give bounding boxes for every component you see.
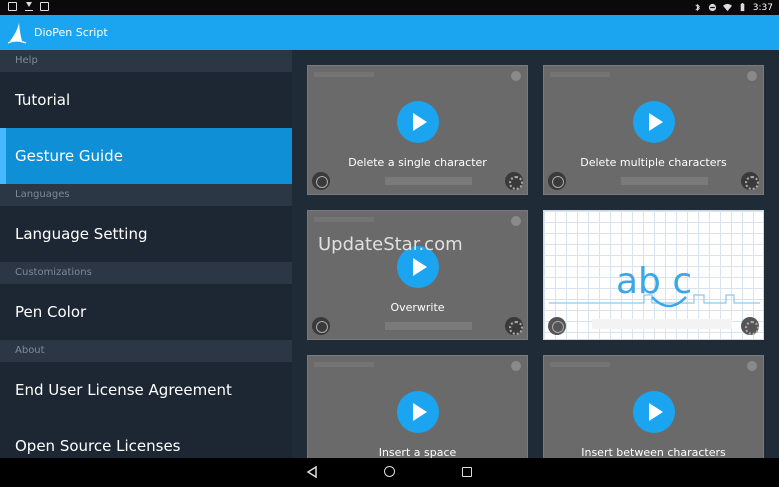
gesture-caption: Delete multiple characters (580, 156, 727, 169)
sidebar-item-pen-color[interactable]: Pen Color (0, 284, 292, 340)
system-navigation-bar (0, 458, 779, 487)
handwriting-text: ab c (616, 261, 692, 302)
input-strip (620, 177, 709, 185)
section-header-help: Help (0, 50, 292, 72)
wifi-icon (722, 3, 732, 12)
gesture-card[interactable]: Overwrite (307, 210, 528, 340)
app-notification-icon (40, 2, 49, 11)
gesture-card[interactable]: Delete multiple characters (543, 65, 764, 195)
card-header-strip (550, 362, 610, 367)
sidebar-item-eula[interactable]: End User License Agreement (0, 362, 292, 418)
play-button[interactable] (396, 391, 439, 433)
sidebar-item-tutorial[interactable]: Tutorial (0, 72, 292, 128)
sidebar-item-gesture-guide[interactable]: Gesture Guide (0, 128, 292, 184)
card-header-strip (314, 217, 374, 222)
gear-icon[interactable] (505, 317, 523, 335)
handwriting-preview: ab c (549, 261, 760, 329)
back-icon[interactable] (306, 466, 318, 478)
section-header-languages: Languages (0, 184, 292, 206)
gear-icon[interactable] (505, 172, 523, 190)
card-header-strip (314, 362, 374, 367)
gesture-card[interactable]: Insert between characters (543, 355, 764, 458)
diopen-logo-icon (7, 23, 27, 44)
download-notification-icon (24, 2, 33, 11)
screen: 3:37 DioPen Script Help Tutorial Gesture… (0, 0, 779, 487)
gear-icon[interactable] (741, 172, 759, 190)
battery-icon (740, 3, 745, 12)
play-button[interactable] (632, 391, 675, 433)
globe-icon[interactable] (312, 172, 330, 190)
input-strip (384, 322, 473, 330)
image-notification-icon (8, 2, 17, 11)
globe-icon[interactable] (312, 317, 330, 335)
home-icon[interactable] (384, 466, 395, 477)
minus-circle-icon (708, 3, 716, 12)
clock: 3:37 (752, 2, 773, 13)
globe-icon[interactable] (548, 172, 566, 190)
notification-icons (8, 2, 49, 11)
play-button[interactable] (396, 101, 439, 143)
globe-icon[interactable] (548, 317, 566, 335)
gesture-card[interactable]: Insert a space (307, 355, 528, 458)
gear-icon[interactable] (741, 317, 759, 335)
gesture-caption: Overwrite (390, 301, 445, 314)
sidebar-item-open-source-licenses[interactable]: Open Source Licenses (0, 418, 292, 458)
gesture-caption: Delete a single character (348, 156, 487, 169)
card-header-strip (314, 72, 374, 77)
card-header-strip (550, 72, 610, 77)
info-icon[interactable] (747, 361, 757, 371)
input-strip (384, 177, 473, 185)
system-icons: 3:37 (693, 1, 773, 14)
info-icon[interactable] (511, 216, 521, 226)
gesture-caption: Insert a space (378, 446, 457, 458)
app-title: DioPen Script (34, 26, 108, 39)
info-icon[interactable] (511, 361, 521, 371)
play-button[interactable] (632, 101, 675, 143)
watermark: UpdateStar.com (318, 234, 463, 255)
action-bar: DioPen Script (0, 15, 779, 50)
sidebar: Help Tutorial Gesture Guide Languages La… (0, 50, 292, 458)
recent-apps-icon[interactable] (462, 467, 472, 477)
gesture-caption: Insert between characters (581, 446, 726, 458)
gesture-card[interactable]: Delete a single character (307, 65, 528, 195)
section-header-customizations: Customizations (0, 262, 292, 284)
bluetooth-icon (695, 3, 700, 12)
info-icon[interactable] (747, 71, 757, 81)
gesture-preview-card[interactable]: ab c (543, 210, 764, 340)
section-header-about: About (0, 340, 292, 362)
info-icon[interactable] (511, 71, 521, 81)
status-bar: 3:37 (0, 0, 779, 15)
sidebar-item-language-setting[interactable]: Language Setting (0, 206, 292, 262)
